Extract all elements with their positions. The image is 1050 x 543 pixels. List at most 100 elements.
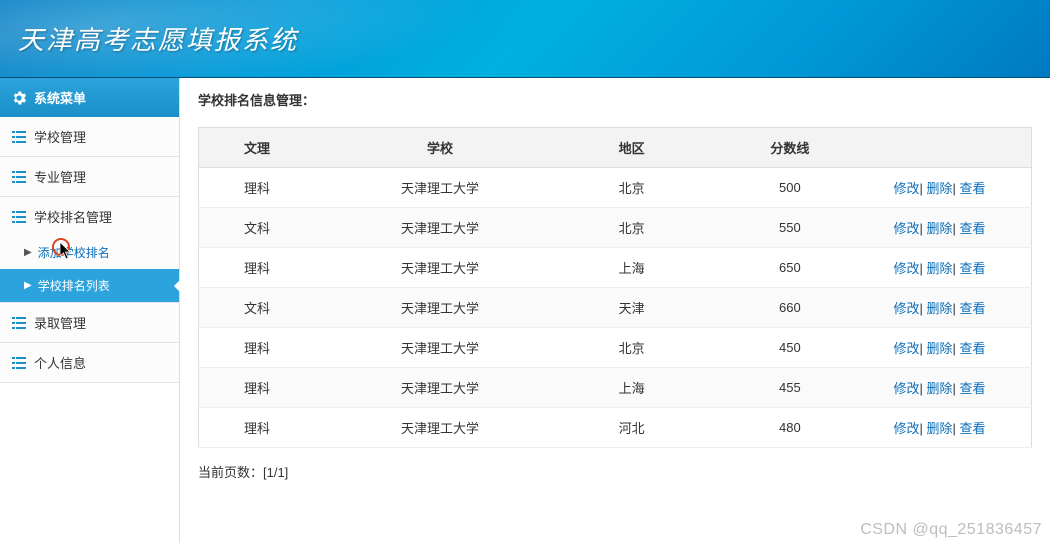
delete-link[interactable]: 删除	[927, 381, 953, 396]
view-link[interactable]: 查看	[960, 381, 986, 396]
cell-actions: 修改| 删除| 查看	[882, 248, 1032, 288]
table-row: 理科天津理工大学河北480修改| 删除| 查看	[199, 408, 1032, 448]
pagination: 当前页数：[1/1]	[198, 462, 1032, 481]
cell-score: 660	[698, 288, 881, 328]
page-title: 学校排名信息管理：	[198, 90, 1032, 109]
cell-actions: 修改| 删除| 查看	[882, 208, 1032, 248]
list-icon	[12, 130, 26, 144]
edit-link[interactable]: 修改	[894, 261, 920, 276]
cell-actions: 修改| 删除| 查看	[882, 168, 1032, 208]
ranking-table: 文理 学校 地区 分数线 理科天津理工大学北京500修改| 删除| 查看文科天津…	[198, 127, 1032, 448]
cell-actions: 修改| 删除| 查看	[882, 408, 1032, 448]
cell-type: 理科	[199, 408, 316, 448]
cell-region: 上海	[565, 368, 698, 408]
delete-link[interactable]: 删除	[927, 181, 953, 196]
cell-school: 天津理工大学	[315, 208, 565, 248]
sidebar-item-major[interactable]: 专业管理	[0, 157, 179, 197]
col-score: 分数线	[698, 128, 881, 168]
view-link[interactable]: 查看	[960, 181, 986, 196]
cell-type: 理科	[199, 168, 316, 208]
submenu-ranking-list[interactable]: ▶ 学校排名列表	[0, 269, 179, 302]
table-row: 理科天津理工大学北京450修改| 删除| 查看	[199, 328, 1032, 368]
cell-school: 天津理工大学	[315, 408, 565, 448]
app-title: 天津高考志愿填报系统	[18, 20, 298, 57]
sidebar-item-label: 学校管理	[34, 127, 86, 146]
view-link[interactable]: 查看	[960, 421, 986, 436]
menu-header: 系统菜单	[0, 78, 179, 117]
submenu-label: 学校排名列表	[38, 277, 110, 294]
cell-school: 天津理工大学	[315, 168, 565, 208]
cell-region: 天津	[565, 288, 698, 328]
col-actions	[882, 128, 1032, 168]
cell-actions: 修改| 删除| 查看	[882, 288, 1032, 328]
cell-score: 455	[698, 368, 881, 408]
table-header-row: 文理 学校 地区 分数线	[199, 128, 1032, 168]
cell-score: 650	[698, 248, 881, 288]
cell-school: 天津理工大学	[315, 248, 565, 288]
edit-link[interactable]: 修改	[894, 221, 920, 236]
cell-score: 550	[698, 208, 881, 248]
cell-actions: 修改| 删除| 查看	[882, 368, 1032, 408]
cell-score: 450	[698, 328, 881, 368]
sidebar-item-ranking[interactable]: 学校排名管理 ▶ 添加学校排名 ▶ 学校排名列表	[0, 197, 179, 303]
main-content: 学校排名信息管理： 文理 学校 地区 分数线 理科天津理工大学北京500修改| …	[180, 78, 1050, 543]
list-icon	[12, 356, 26, 370]
delete-link[interactable]: 删除	[927, 301, 953, 316]
submenu-label: 添加学校排名	[38, 244, 110, 261]
cell-type: 理科	[199, 368, 316, 408]
view-link[interactable]: 查看	[960, 261, 986, 276]
edit-link[interactable]: 修改	[894, 341, 920, 356]
table-row: 文科天津理工大学北京550修改| 删除| 查看	[199, 208, 1032, 248]
sidebar: 系统菜单 学校管理 专业管理 学校排名管理	[0, 78, 180, 543]
cell-school: 天津理工大学	[315, 368, 565, 408]
cell-region: 上海	[565, 248, 698, 288]
arrow-icon: ▶	[24, 247, 32, 258]
sidebar-item-label: 学校排名管理	[34, 207, 112, 226]
delete-link[interactable]: 删除	[927, 221, 953, 236]
delete-link[interactable]: 删除	[927, 341, 953, 356]
gear-icon	[12, 91, 26, 105]
edit-link[interactable]: 修改	[894, 381, 920, 396]
submenu-add-ranking[interactable]: ▶ 添加学校排名	[0, 236, 179, 269]
arrow-icon: ▶	[24, 280, 32, 291]
sidebar-item-admission[interactable]: 录取管理	[0, 303, 179, 343]
watermark: CSDN @qq_251836457	[860, 521, 1042, 539]
cell-type: 文科	[199, 288, 316, 328]
table-row: 理科天津理工大学北京500修改| 删除| 查看	[199, 168, 1032, 208]
col-region: 地区	[565, 128, 698, 168]
table-row: 理科天津理工大学上海455修改| 删除| 查看	[199, 368, 1032, 408]
sidebar-item-school[interactable]: 学校管理	[0, 117, 179, 157]
cell-region: 北京	[565, 328, 698, 368]
edit-link[interactable]: 修改	[894, 301, 920, 316]
sidebar-item-label: 专业管理	[34, 167, 86, 186]
cell-region: 北京	[565, 208, 698, 248]
cell-school: 天津理工大学	[315, 288, 565, 328]
cell-type: 理科	[199, 328, 316, 368]
cell-type: 理科	[199, 248, 316, 288]
sidebar-item-label: 录取管理	[34, 313, 86, 332]
delete-link[interactable]: 删除	[927, 421, 953, 436]
app-header: 天津高考志愿填报系统	[0, 0, 1050, 78]
col-school: 学校	[315, 128, 565, 168]
cell-type: 文科	[199, 208, 316, 248]
edit-link[interactable]: 修改	[894, 421, 920, 436]
list-icon	[12, 210, 26, 224]
view-link[interactable]: 查看	[960, 341, 986, 356]
sidebar-item-profile[interactable]: 个人信息	[0, 343, 179, 383]
table-row: 文科天津理工大学天津660修改| 删除| 查看	[199, 288, 1032, 328]
cell-school: 天津理工大学	[315, 328, 565, 368]
cell-region: 河北	[565, 408, 698, 448]
menu-header-label: 系统菜单	[34, 88, 86, 107]
delete-link[interactable]: 删除	[927, 261, 953, 276]
col-type: 文理	[199, 128, 316, 168]
list-icon	[12, 170, 26, 184]
view-link[interactable]: 查看	[960, 221, 986, 236]
sidebar-item-label: 个人信息	[34, 353, 86, 372]
list-icon	[12, 316, 26, 330]
cell-score: 480	[698, 408, 881, 448]
cell-actions: 修改| 删除| 查看	[882, 328, 1032, 368]
view-link[interactable]: 查看	[960, 301, 986, 316]
cell-score: 500	[698, 168, 881, 208]
table-row: 理科天津理工大学上海650修改| 删除| 查看	[199, 248, 1032, 288]
edit-link[interactable]: 修改	[894, 181, 920, 196]
